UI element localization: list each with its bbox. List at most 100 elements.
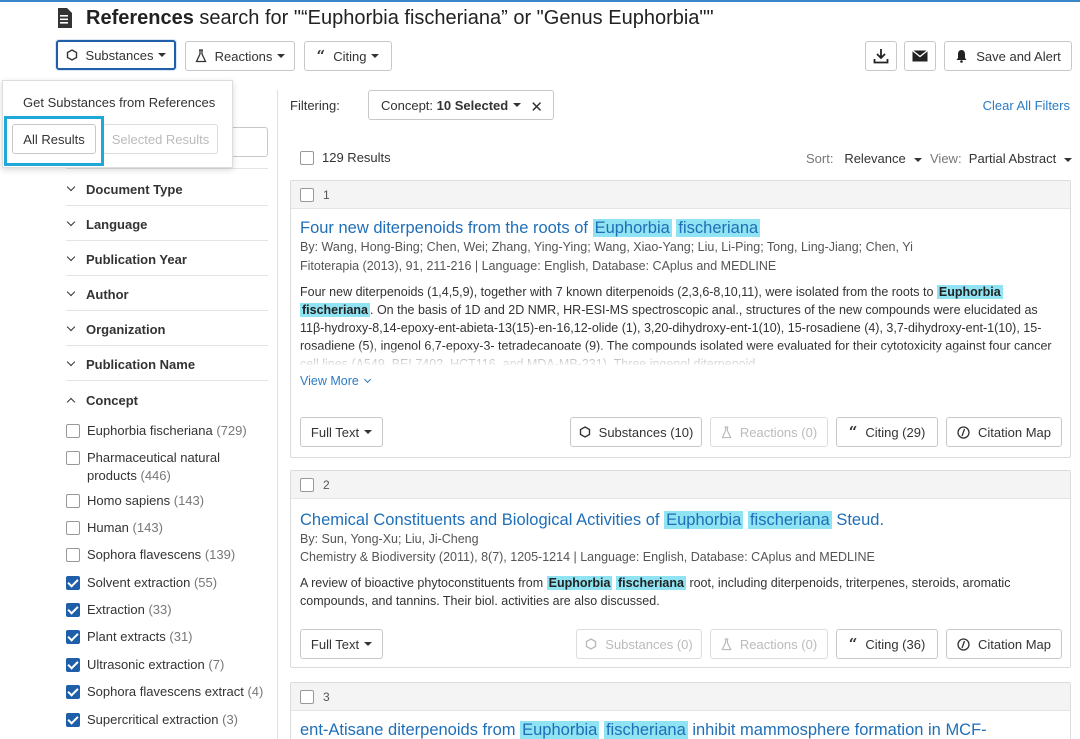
view-control[interactable]: View: Partial Abstract — [930, 151, 1073, 166]
filtering-label: Filtering: — [290, 98, 340, 113]
quote-icon: “ — [848, 423, 858, 441]
result-title-link[interactable]: ent-Atisane diterpenoids from Euphorbia … — [300, 721, 987, 739]
result-abstract: A review of bioactive phytoconstituents … — [300, 576, 1011, 608]
concept-checkbox-checked[interactable] — [66, 713, 80, 727]
concept-label[interactable]: Supercritical extraction (3) — [87, 711, 238, 729]
divider — [66, 240, 268, 241]
concept-checkbox[interactable] — [66, 494, 80, 508]
result-authors: By: Wang, Hong-Bing; Chen, Wei; Zhang, Y… — [300, 240, 913, 254]
facet-publication-name[interactable]: Publication Name — [66, 354, 195, 374]
concept-checkbox-checked[interactable] — [66, 603, 80, 617]
result-card: 3 ent-Atisane diterpenoids from Euphorbi… — [290, 682, 1071, 739]
result-number: 1 — [323, 188, 330, 202]
concept-label[interactable]: Pharmaceutical natural products (446) — [87, 449, 220, 485]
result-card-header — [291, 181, 1070, 209]
result-title-link[interactable]: Four new diterpenoids from the roots of … — [300, 219, 761, 238]
concept-label[interactable]: Sophora flavescens (139) — [87, 546, 235, 564]
chevron-down-icon — [66, 322, 76, 332]
result-source: Fitoterapia (2013), 91, 211-216 | Langua… — [300, 259, 777, 273]
citation-map-button[interactable]: Citation Map — [946, 629, 1062, 659]
concept-label[interactable]: Extraction (33) — [87, 601, 172, 619]
divider — [66, 205, 268, 206]
chevron-down-icon — [66, 217, 76, 227]
download-button[interactable] — [865, 41, 897, 71]
select-all-checkbox[interactable] — [300, 151, 314, 165]
flask-icon — [721, 637, 732, 651]
facet-concept[interactable]: Concept — [66, 390, 138, 410]
concept-checkbox[interactable] — [66, 424, 80, 438]
abstract-fade — [300, 349, 1060, 367]
view-more-link[interactable]: View More — [300, 374, 371, 388]
reactions-dropdown-button[interactable]: Reactions — [185, 41, 295, 71]
email-button[interactable] — [904, 41, 936, 71]
chevron-down-icon — [66, 252, 76, 262]
citing-dropdown-button[interactable]: “ Citing — [304, 41, 392, 71]
concept-label[interactable]: Sophora flavescens extract (4) — [87, 683, 263, 701]
concept-checkbox-checked[interactable] — [66, 576, 80, 590]
envelope-icon — [912, 50, 928, 62]
divider — [66, 380, 268, 381]
card-reactions-button[interactable]: Reactions (0) — [710, 417, 828, 447]
chevron-down-icon — [363, 376, 371, 384]
concept-checkbox-checked[interactable] — [66, 685, 80, 699]
sort-control[interactable]: Sort: Relevance — [806, 151, 922, 166]
top-accent-line — [0, 0, 1080, 2]
result-number: 3 — [323, 690, 330, 704]
divider — [66, 275, 268, 276]
card-citing-button[interactable]: “Citing (36) — [836, 629, 938, 659]
result-checkbox[interactable] — [300, 188, 314, 202]
bell-icon — [955, 49, 968, 63]
card-substances-button[interactable]: Substances (0) — [576, 629, 702, 659]
citation-map-button[interactable]: Citation Map — [946, 417, 1062, 447]
concept-label[interactable]: Ultrasonic extraction (7) — [87, 656, 224, 674]
result-source: Chemistry & Biodiversity (2011), 8(7), 1… — [300, 550, 875, 564]
concept-checkbox[interactable] — [66, 548, 80, 562]
chevron-down-icon — [158, 53, 167, 57]
divider — [66, 168, 268, 169]
substance-icon — [66, 49, 78, 61]
concept-label[interactable]: Plant extracts (31) — [87, 628, 193, 646]
facet-document-type[interactable]: Document Type — [66, 179, 183, 199]
chevron-down-icon — [277, 54, 286, 58]
save-and-alert-button[interactable]: Save and Alert — [944, 41, 1072, 71]
concept-checkbox-checked[interactable] — [66, 658, 80, 672]
facet-language[interactable]: Language — [66, 214, 147, 234]
facet-publication-year[interactable]: Publication Year — [66, 249, 187, 269]
clear-all-filters-link[interactable]: Clear All Filters — [983, 98, 1070, 113]
chevron-down-icon — [364, 642, 373, 646]
facet-author[interactable]: Author — [66, 284, 129, 304]
facet-organization[interactable]: Organization — [66, 319, 165, 339]
card-citing-button[interactable]: “Citing (29) — [836, 417, 938, 447]
document-icon — [58, 8, 72, 28]
card-reactions-button[interactable]: Reactions (0) — [710, 629, 828, 659]
substances-dropdown-button[interactable]: Substances — [56, 40, 176, 70]
concept-label[interactable]: Solvent extraction (55) — [87, 574, 217, 592]
result-authors: By: Sun, Yong-Xu; Liu, Ji-Cheng — [300, 532, 479, 546]
chevron-down-icon — [66, 182, 76, 192]
result-checkbox[interactable] — [300, 690, 314, 704]
concept-label[interactable]: Euphorbia fischeriana (729) — [87, 422, 247, 440]
selected-results-button[interactable]: Selected Results — [103, 124, 218, 154]
divider — [66, 345, 268, 346]
citation-map-icon — [957, 637, 970, 651]
full-text-button[interactable]: Full Text — [300, 629, 383, 659]
substance-icon — [579, 426, 591, 438]
divider — [66, 310, 268, 311]
result-card: 1 Four new diterpenoids from the roots o… — [290, 180, 1071, 458]
result-title-link[interactable]: Chemical Constituents and Biological Act… — [300, 511, 884, 530]
concept-checkbox[interactable] — [66, 451, 80, 465]
concept-filter-chip[interactable]: Concept: 10 Selected ✕ — [368, 90, 554, 120]
substance-icon — [585, 638, 597, 650]
close-icon[interactable]: ✕ — [530, 98, 543, 116]
result-checkbox[interactable] — [300, 478, 314, 492]
full-text-button[interactable]: Full Text — [300, 417, 383, 447]
chevron-down-icon — [66, 287, 76, 297]
concept-checkbox[interactable] — [66, 521, 80, 535]
download-icon — [873, 49, 889, 64]
concept-checkbox-checked[interactable] — [66, 630, 80, 644]
chevron-down-icon — [513, 103, 522, 107]
concept-label[interactable]: Homo sapiens (143) — [87, 492, 204, 510]
card-substances-button[interactable]: Substances (10) — [570, 417, 702, 447]
concept-label[interactable]: Human (143) — [87, 519, 163, 537]
chevron-up-icon — [66, 397, 76, 406]
